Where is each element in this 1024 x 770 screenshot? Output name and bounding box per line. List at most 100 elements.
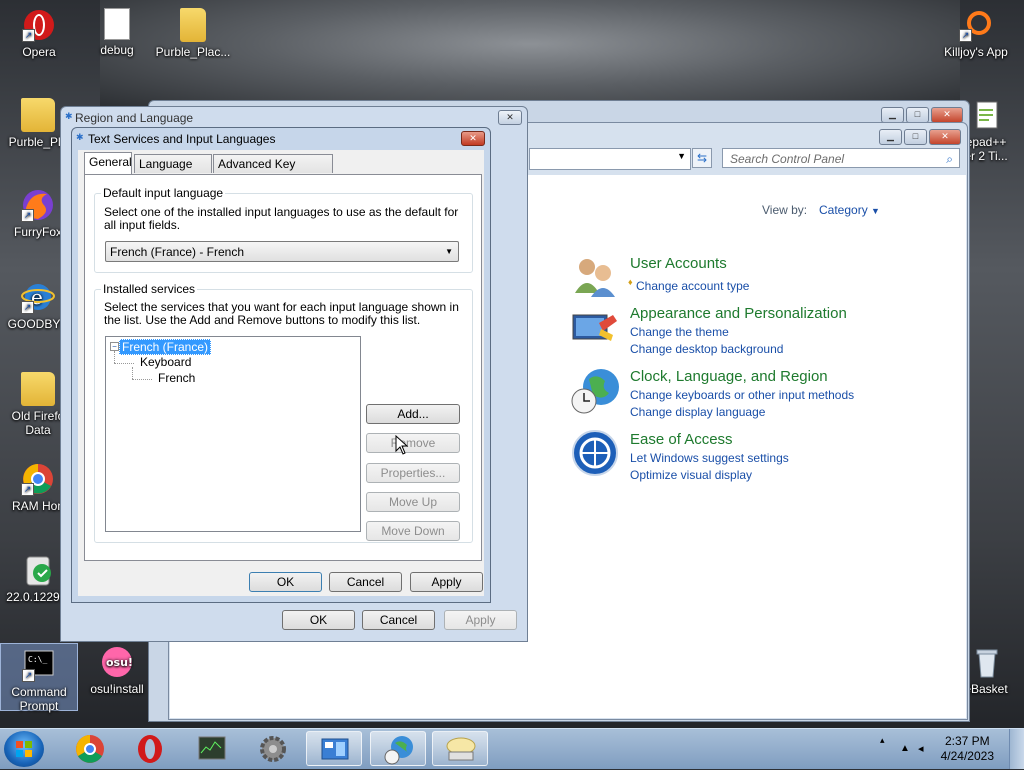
desktop-icon-label: Command Prompt [11,685,67,713]
tab-language-bar[interactable]: Language Bar [134,154,212,190]
tree-node-keyboard[interactable]: Keyboard [140,355,191,369]
link-let-windows-suggest[interactable]: Let Windows suggest settings [630,451,789,465]
link-change-keyboards[interactable]: Change keyboards or other input methods [630,388,854,402]
link-change-theme[interactable]: Change the theme [630,325,729,339]
taskbar-region-language[interactable] [370,731,426,766]
close-icon[interactable]: ✕ [461,131,485,146]
apply-button[interactable]: Apply [410,572,483,592]
minimize-icon[interactable]: ▁ [881,107,904,123]
collapse-icon[interactable]: − [110,342,119,351]
text-services-title: Text Services and Input Languages [88,132,276,146]
category-clock-language-region[interactable]: Clock, Language, and Region [630,368,828,385]
ok-button[interactable]: OK [249,572,322,592]
default-language-value: French (France) - French [110,245,245,259]
desktop-icon-osu-install[interactable]: osu! osu!install [79,645,155,696]
clock-date: 4/24/2023 [940,749,994,763]
close-icon[interactable]: ✕ [929,129,961,145]
link-change-desktop-background[interactable]: Change desktop background [630,342,783,356]
clock-time: 2:37 PM [944,734,990,748]
taskbar-task-manager[interactable] [184,731,240,766]
tab-advanced-key-settings[interactable]: Advanced Key Settings [213,154,333,190]
taskbar-opera[interactable] [122,731,178,766]
default-language-select[interactable]: French (France) - French ▼ [105,241,459,262]
tree-line [114,351,115,363]
link-change-account-type[interactable]: Change account type [636,279,749,293]
installed-description: Select the services that you want for ea… [104,300,459,327]
windows-logo-icon [16,741,32,757]
search-input[interactable]: Search Control Panel ⌕ [722,148,960,168]
chevron-down-icon: ▼ [871,206,880,216]
close-icon[interactable]: ✕ [931,107,963,123]
taskbar-text-services[interactable] [432,731,488,766]
dialog-body: General Language Bar Advanced Key Settin… [78,150,484,596]
show-desktop-button[interactable] [1009,729,1024,769]
desktop-icon-killjoys-app[interactable]: ↗ Killjoy's App [936,8,1016,59]
text-services-dialog[interactable]: ✱ Text Services and Input Languages ✕ Ge… [71,127,491,603]
control-panel-icon [321,738,349,760]
volume-icon[interactable]: ◂ [918,742,924,755]
desktop-icon-label: Purble_Plac... [155,45,231,59]
default-description: Select one of the installed input langua… [104,205,459,232]
taskbar-settings[interactable] [245,731,301,766]
add-button[interactable]: Add... [366,404,460,424]
desktop-icon-command-prompt[interactable]: C:\_ ↗ Command Prompt [0,643,78,713]
document-icon [104,8,130,40]
maximize-icon[interactable]: □ [904,129,927,145]
desktop-icon-label: osu!install [90,682,144,696]
taskbar-control-panel[interactable] [306,731,362,766]
osu-icon: osu! [100,645,134,679]
start-button[interactable] [4,731,44,767]
chevron-down-icon: ▼ [445,247,453,256]
region-cancel-button[interactable]: Cancel [362,610,435,630]
action-center-icon[interactable]: ▲ [900,743,910,754]
region-dialog-title: Region and Language [75,111,194,125]
recycle-bin-icon [969,645,1003,679]
group-label: Installed services [101,282,198,296]
view-by-dropdown[interactable]: Category ▼ [819,203,880,217]
refresh-icon[interactable]: ⇆ [692,148,712,168]
tab-general[interactable]: General [84,152,132,174]
link-change-display-language[interactable]: Change display language [630,405,765,419]
maximize-icon[interactable]: □ [906,107,929,123]
tray-clock[interactable]: 2:37 PM 4/24/2023 [941,734,994,764]
installed-services-tree[interactable]: − French (France) Keyboard French [105,336,361,532]
properties-button[interactable]: Properties... [366,463,460,483]
region-apply-button[interactable]: Apply [444,610,517,630]
shield-icon: ♦ [628,277,633,287]
tab-panel-general: Default input language Select one of the… [84,174,482,561]
link-optimize-visual-display[interactable]: Optimize visual display [630,468,752,482]
category-ease-of-access[interactable]: Ease of Access [630,431,733,448]
category-user-accounts[interactable]: User Accounts [630,255,727,272]
region-ok-button[interactable]: OK [282,610,355,630]
move-up-button[interactable]: Move Up [366,492,460,512]
globe-clock-icon [384,736,413,765]
desktop-icon-debug[interactable]: debug [79,8,155,57]
tray-expand-icon[interactable]: ▴ [880,735,885,746]
view-by-label: View by: [762,203,808,217]
tree-node-language[interactable]: French (France) [119,339,212,355]
keyboard-icon: ✱ [76,132,84,142]
default-input-language-group: Default input language Select one of the… [94,186,473,273]
tree-node-french[interactable]: French [158,371,195,385]
desktop-icon-label: Opera [22,45,56,59]
category-appearance[interactable]: Appearance and Personalization [630,305,847,322]
desktop-icon-purble-place[interactable]: Purble_Plac... [155,8,231,59]
minimize-icon[interactable]: ▁ [879,129,902,145]
close-icon[interactable]: ✕ [498,110,522,125]
address-bar[interactable]: ▼ [529,148,691,170]
chevron-down-icon[interactable]: ▼ [677,151,686,161]
remove-button[interactable]: Remove [366,433,460,453]
opera-icon [138,735,162,763]
group-label: Default input language [101,186,226,200]
folder-icon [21,372,55,406]
internet-explorer-icon: e ↗ [21,280,55,314]
taskbar-chrome[interactable] [62,731,118,766]
keyboard-icon [446,737,476,761]
region-dialog-icon: ✱ [65,111,73,121]
move-down-button[interactable]: Move Down [366,521,460,541]
folder-icon [21,98,55,132]
cancel-button[interactable]: Cancel [329,572,402,592]
opera-icon: ↗ [22,8,56,42]
search-icon[interactable]: ⌕ [946,149,953,169]
desktop-icon-opera[interactable]: ↗ Opera [1,8,77,59]
